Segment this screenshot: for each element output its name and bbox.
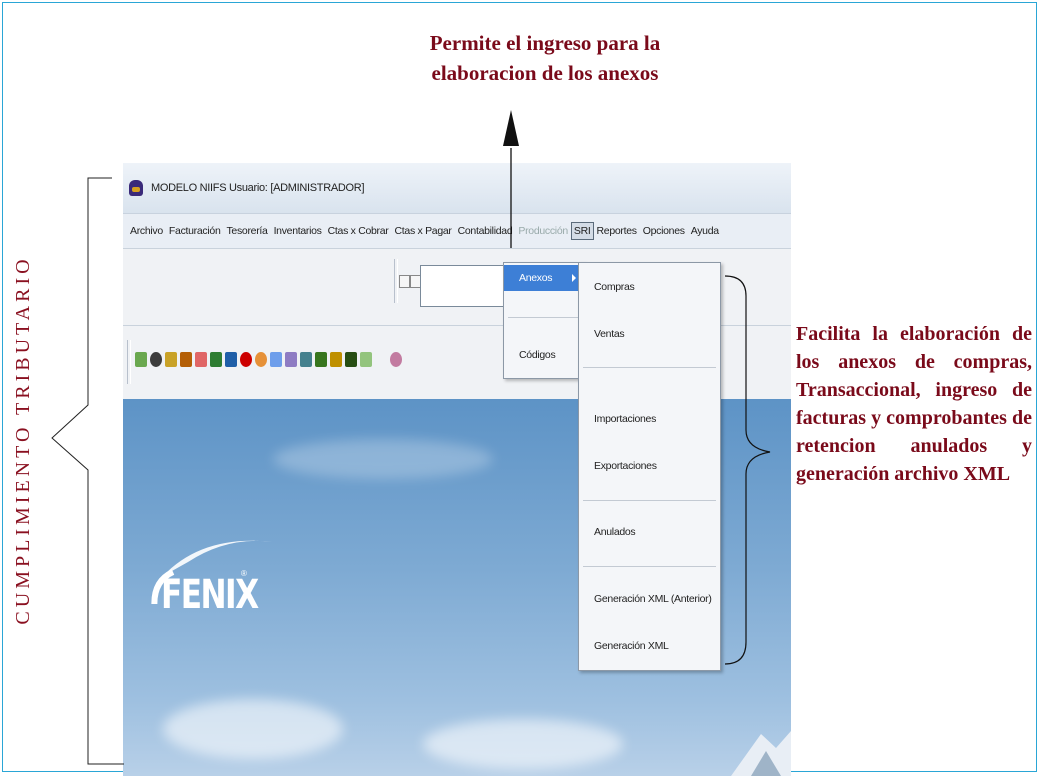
annotation-overlay — [51, 110, 771, 765]
left-bracket — [51, 177, 124, 765]
right-brace — [724, 275, 771, 665]
arrow-head-icon — [503, 110, 519, 146]
